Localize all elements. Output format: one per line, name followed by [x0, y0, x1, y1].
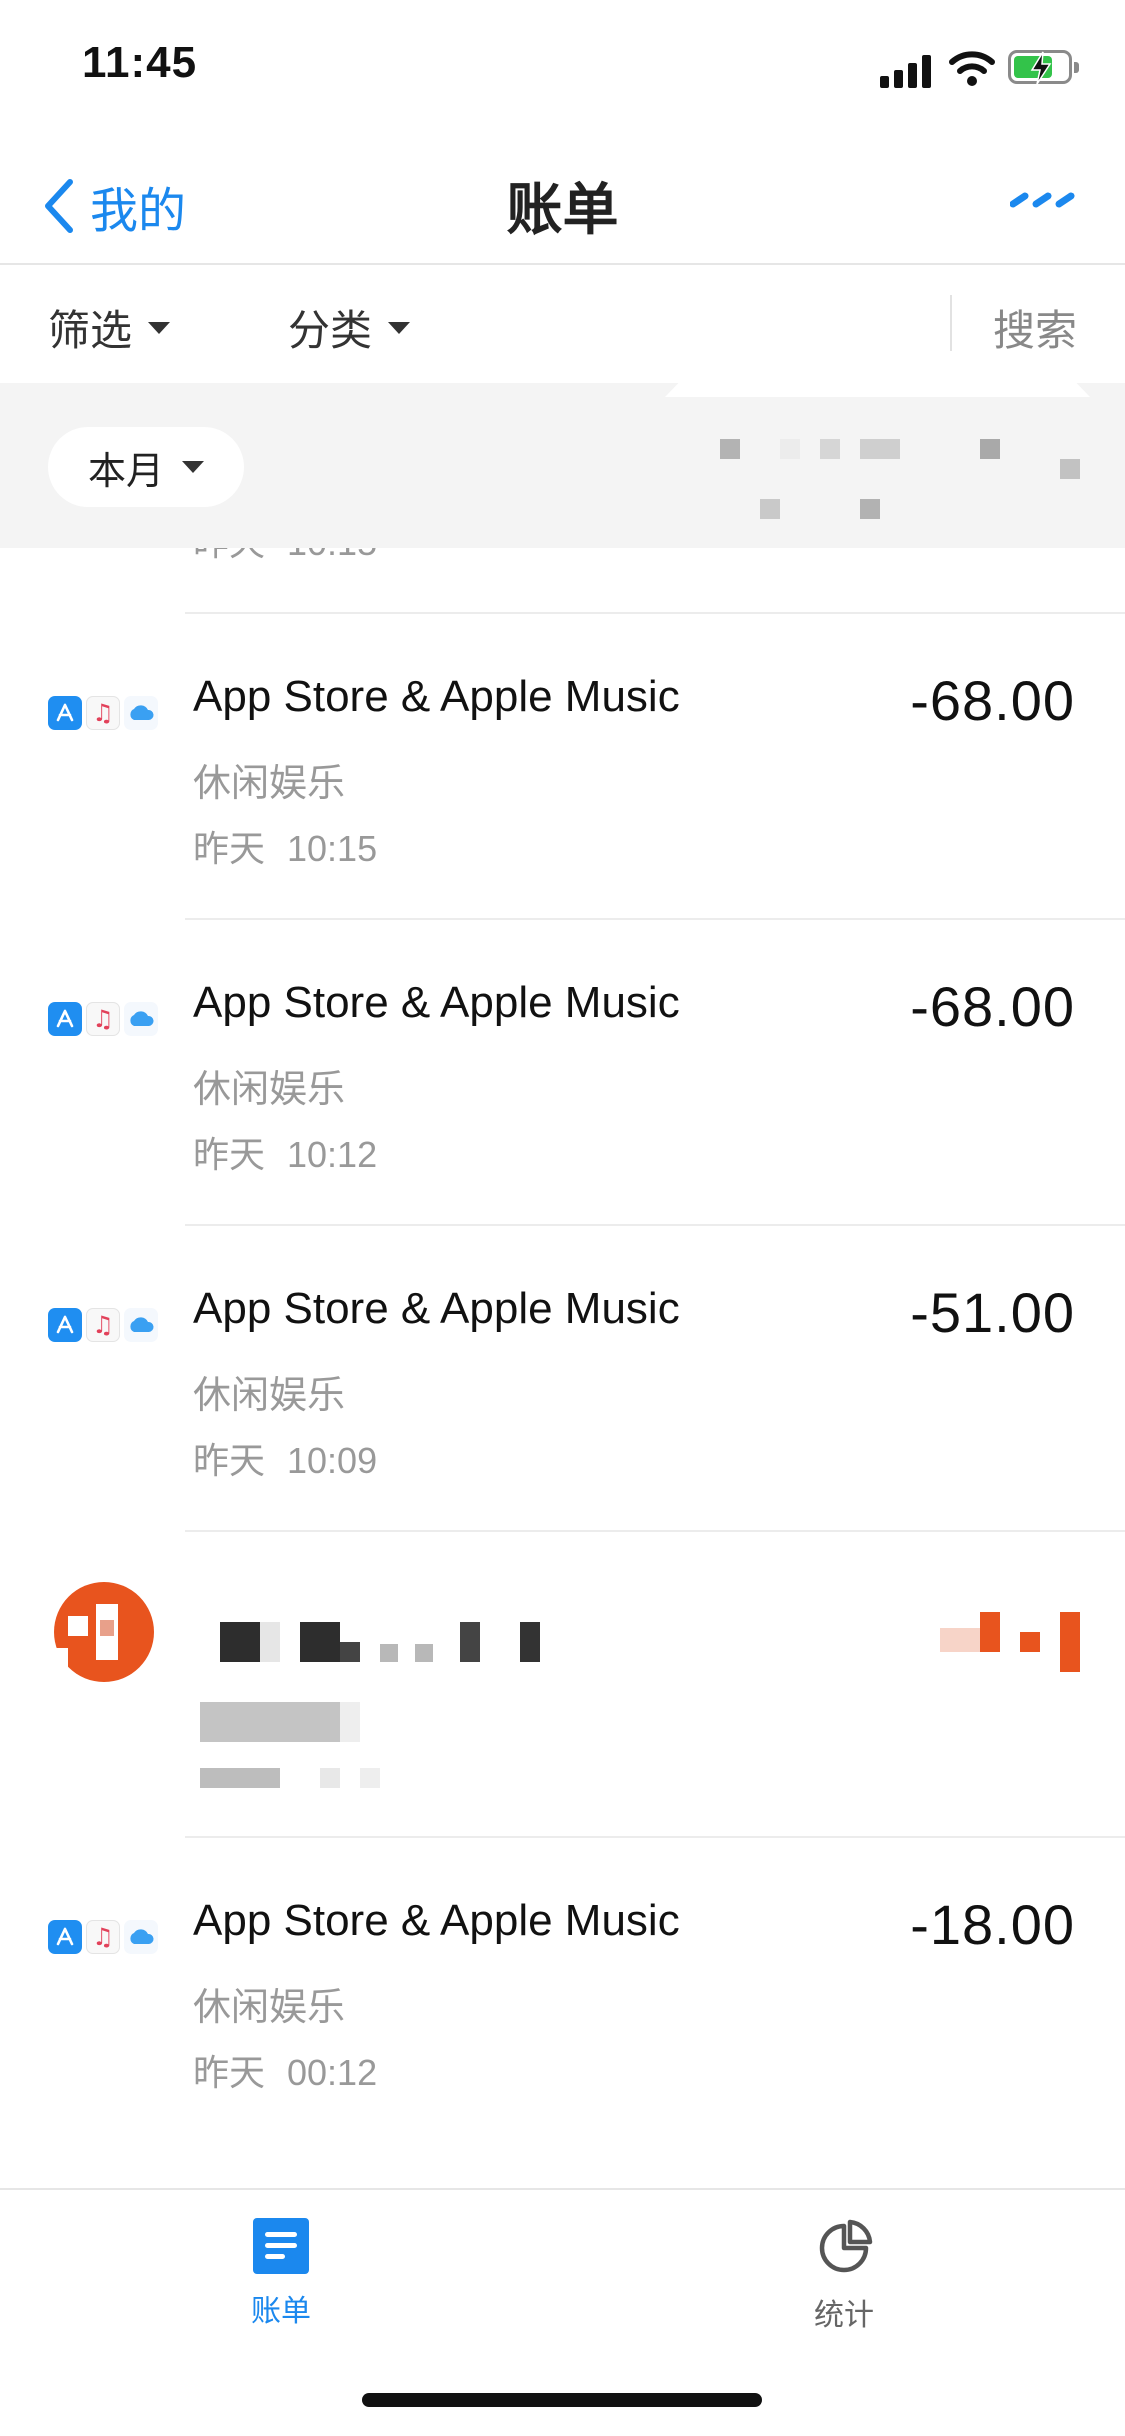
transaction-amount: -68.00 — [910, 975, 1075, 1038]
filter-label: 筛选 — [48, 306, 133, 355]
merchant-name: App Store & Apple Music — [193, 978, 680, 1027]
bill-icon — [253, 2218, 309, 2274]
page-title: 账单 — [506, 178, 619, 243]
transaction-time: 昨天 10:12 — [193, 1134, 378, 1176]
caret-down-icon — [388, 321, 411, 334]
app-store-icon — [48, 1308, 82, 1342]
app-store-icon — [48, 1920, 82, 1954]
battery-icon — [1008, 50, 1079, 85]
icloud-icon — [124, 1920, 158, 1954]
divider — [950, 295, 952, 351]
icloud-icon — [124, 696, 158, 730]
tab-statistics-label: 统计 — [814, 2298, 874, 2333]
pie-chart-icon — [819, 2219, 873, 2273]
month-header: 本月 — [0, 375, 1125, 548]
tab-bill-label: 账单 — [251, 2294, 311, 2329]
month-label: 本月 — [87, 448, 164, 493]
caret-down-icon — [182, 461, 204, 473]
tab-bill[interactable]: 账单 — [181, 2218, 381, 2330]
transaction-row[interactable]: ♫ App Store & Apple Music 休闲娱乐 昨天 10:15 -… — [0, 614, 1125, 920]
caret-down-icon — [148, 321, 171, 334]
transaction-category: 休闲娱乐 — [193, 1373, 346, 1417]
merchant-name: App Store & Apple Music — [193, 1896, 680, 1945]
merchant-name: App Store & Apple Music — [193, 1284, 680, 1333]
merchant-icon-group: ♫ — [48, 1002, 158, 1036]
category-label: 分类 — [288, 306, 373, 355]
tab-statistics[interactable]: 统计 — [744, 2218, 944, 2334]
status-bar: 11:45 — [0, 0, 1125, 135]
merchant-logo-icon — [48, 1582, 154, 1688]
transaction-time: 昨天 00:12 — [193, 2052, 378, 2094]
transaction-row[interactable]: ♫ App Store & Apple Music 休闲娱乐 昨天 00:12 -… — [0, 1838, 1125, 2144]
category-dropdown[interactable]: 分类 — [288, 297, 411, 358]
icloud-icon — [124, 1002, 158, 1036]
merchant-icon-group: ♫ — [48, 1308, 158, 1342]
transaction-row[interactable]: ♫ App Store & Apple Music 休闲娱乐 昨天 10:12 -… — [0, 920, 1125, 1226]
cellular-signal-icon — [880, 52, 934, 88]
home-indicator[interactable] — [362, 2393, 762, 2407]
music-icon: ♫ — [86, 1920, 120, 1954]
status-time: 11:45 — [82, 38, 198, 87]
merchant-icon-group: ♫ — [48, 696, 158, 730]
search-button[interactable]: 搜索 — [993, 297, 1077, 358]
transaction-category: 休闲娱乐 — [193, 1067, 346, 1111]
app-store-icon — [48, 696, 82, 730]
wifi-icon — [949, 51, 995, 86]
month-selector[interactable]: 本月 — [48, 427, 244, 507]
music-icon: ♫ — [86, 1308, 120, 1342]
music-icon: ♫ — [86, 1002, 120, 1036]
more-dots-icon[interactable] — [1010, 187, 1076, 213]
merchant-icon-group: ♫ — [48, 1920, 158, 1954]
filter-bar: 筛选 分类 搜索 — [0, 265, 1125, 383]
transaction-row[interactable] — [0, 1532, 1125, 1838]
transaction-time: 昨天10:15 — [193, 828, 378, 870]
transaction-list: 昨天10:15 ♫ App Store & Apple Music 休闲娱乐 昨… — [0, 548, 1125, 2188]
transaction-time: 昨天 10:09 — [193, 1440, 378, 1482]
navigation-bar: 我的 账单 — [0, 135, 1125, 265]
transaction-category: 休闲娱乐 — [193, 1985, 346, 2029]
transaction-category: 休闲娱乐 — [193, 761, 346, 805]
transaction-time: 昨天10:15 — [193, 548, 377, 566]
transaction-amount: -51.00 — [910, 1281, 1075, 1344]
app-store-icon — [48, 1002, 82, 1036]
filter-dropdown[interactable]: 筛选 — [48, 297, 171, 358]
music-icon: ♫ — [86, 696, 120, 730]
transaction-amount: -18.00 — [910, 1893, 1075, 1956]
transaction-row[interactable]: 昨天10:15 — [0, 548, 1125, 614]
summary-tooltip — [665, 375, 1090, 397]
icloud-icon — [124, 1308, 158, 1342]
transaction-amount: -68.00 — [910, 669, 1075, 732]
transaction-row[interactable]: ♫ App Store & Apple Music 休闲娱乐 昨天 10:09 -… — [0, 1226, 1125, 1532]
merchant-name: App Store & Apple Music — [193, 672, 680, 721]
